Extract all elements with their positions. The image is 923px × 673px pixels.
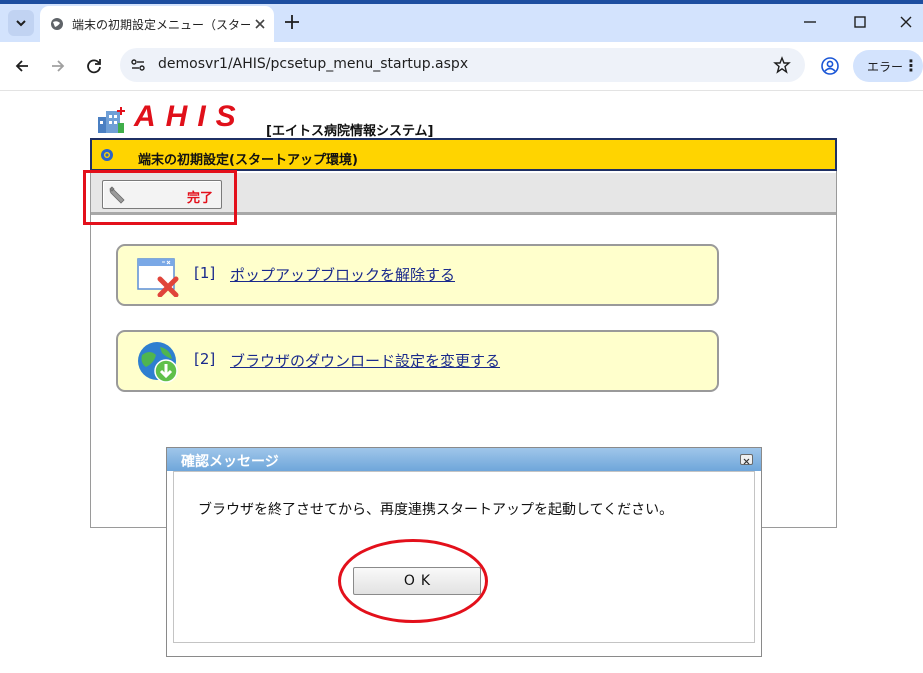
tab-bar-accent-line xyxy=(0,0,923,4)
tab-search-button[interactable] xyxy=(8,10,34,36)
browser-tab-bar: 端末の初期設定メニュー（スタートア xyxy=(0,0,923,42)
address-bar[interactable]: demosvr1/AHIS/pcsetup_menu_startup.aspx xyxy=(120,48,805,82)
site-info-icon[interactable] xyxy=(130,57,146,73)
close-icon xyxy=(743,458,750,465)
browser-toolbar: demosvr1/AHIS/pcsetup_menu_startup.aspx … xyxy=(0,42,923,91)
menu-item-popup-block[interactable]: [1] ポップアップブロックを解除する xyxy=(116,244,719,306)
dialog-titlebar[interactable]: 確認メッセージ xyxy=(167,448,761,471)
close-tab-icon[interactable] xyxy=(252,16,268,32)
page-title-bar: 端末の初期設定(スタートアップ環境) xyxy=(90,138,837,171)
ok-button-highlight xyxy=(338,539,488,623)
close-window-icon[interactable] xyxy=(896,12,916,32)
menu-item-number: [2] xyxy=(194,350,216,368)
download-settings-link[interactable]: ブラウザのダウンロード設定を変更する xyxy=(230,350,500,371)
popup-block-link[interactable]: ポップアップブロックを解除する xyxy=(230,264,455,285)
tab-title: 端末の初期設定メニュー（スタートア xyxy=(72,18,250,32)
done-button-highlight xyxy=(83,170,237,225)
forward-arrow-icon[interactable] xyxy=(48,56,68,76)
browser-tab[interactable]: 端末の初期設定メニュー（スタートア xyxy=(40,6,274,42)
reload-icon[interactable] xyxy=(84,56,104,76)
globe-download-icon xyxy=(138,342,178,383)
dialog-title: 確認メッセージ xyxy=(181,454,279,470)
menu-item-number: [1] xyxy=(194,264,216,282)
hospital-logo-icon xyxy=(98,107,125,133)
error-menu-chip[interactable]: エラー ⋮ xyxy=(853,50,923,82)
system-name: [エイトス病院情報システム] xyxy=(266,124,434,139)
back-arrow-icon[interactable] xyxy=(12,56,32,76)
dialog-close-icon[interactable] xyxy=(740,454,753,465)
url-text[interactable]: demosvr1/AHIS/pcsetup_menu_startup.aspx xyxy=(158,56,468,72)
popup-block-icon xyxy=(137,258,179,297)
page-title: 端末の初期設定(スタートアップ環境) xyxy=(138,153,358,168)
title-bullet-icon xyxy=(101,149,113,161)
minimize-icon[interactable] xyxy=(800,12,820,32)
ahis-logo-text: AHIS xyxy=(134,100,246,133)
new-tab-icon[interactable] xyxy=(282,12,302,32)
profile-icon[interactable] xyxy=(820,56,840,76)
error-chip-label: エラー xyxy=(867,60,904,74)
dialog-message: ブラウザを終了させてから、再度連携スタートアップを起動してください。 xyxy=(198,502,674,518)
chevron-down-icon xyxy=(16,20,26,27)
bookmark-star-icon[interactable] xyxy=(773,56,791,74)
more-vert-icon: ⋮ xyxy=(903,56,919,75)
menu-item-download-settings[interactable]: [2] ブラウザのダウンロード設定を変更する xyxy=(116,330,719,392)
maximize-icon[interactable] xyxy=(850,12,870,32)
globe-favicon-icon xyxy=(51,18,63,30)
